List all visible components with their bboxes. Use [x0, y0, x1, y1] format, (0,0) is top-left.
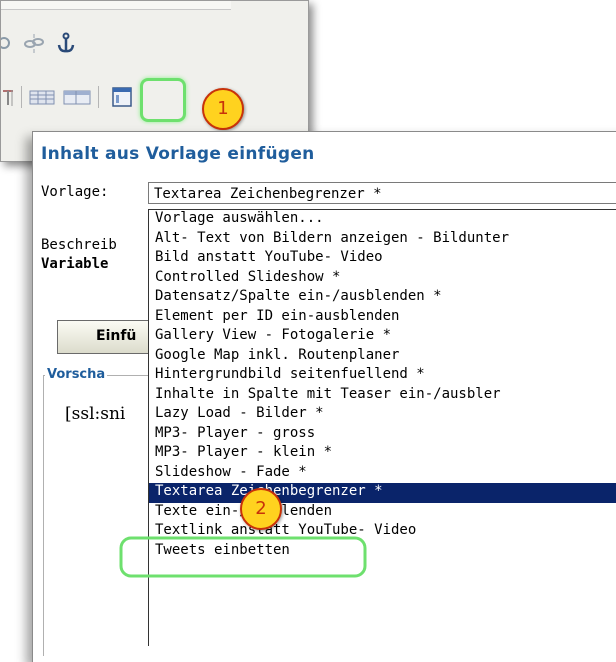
insert-button-label: Einfü — [96, 328, 137, 344]
insert-button[interactable]: Einfü — [57, 320, 152, 354]
dropdown-option-selected[interactable]: Textarea Zeichenbegrenzer * — [149, 483, 616, 503]
dropdown-option[interactable]: Bild anstatt YouTube- Video — [149, 249, 616, 269]
template-icon[interactable] — [111, 86, 133, 108]
toolbar-row-tables — [1, 83, 133, 111]
dropdown-option[interactable]: Tweets einbetten — [149, 542, 616, 562]
dropdown-option[interactable]: Alt- Text von Bildern anzeigen - Bildunt… — [149, 230, 616, 250]
unlink-icon[interactable] — [0, 32, 13, 54]
step-marker-1: 1 — [202, 88, 244, 130]
variables-label: Variable — [41, 256, 109, 272]
dropdown-option[interactable]: Slideshow - Fade * — [149, 464, 616, 484]
template-button-highlight — [140, 78, 186, 122]
toolbar-top-strip — [1, 1, 231, 10]
template-dropdown-list[interactable]: Vorlage auswählen... Alt- Text von Bilder… — [148, 209, 616, 646]
toolbar-separator — [98, 86, 99, 108]
table-row-icon[interactable] — [62, 86, 92, 108]
toolbar-row-links — [0, 31, 77, 55]
description-label: Beschreib — [41, 237, 117, 253]
dropdown-option[interactable]: Textlink anstatt YouTube- Video — [149, 522, 616, 542]
toolbar-separator — [21, 86, 22, 108]
template-label: Vorlage: — [41, 184, 109, 200]
table-split-icon[interactable] — [1, 86, 15, 108]
dropdown-option[interactable]: Lazy Load - Bilder * — [149, 405, 616, 425]
dropdown-option[interactable]: MP3- Player - klein * — [149, 444, 616, 464]
link-broken-icon[interactable] — [23, 32, 45, 54]
step-marker-2: 2 — [240, 488, 282, 530]
dialog-title: Inhalt aus Vorlage einfügen — [41, 144, 315, 164]
dropdown-option[interactable]: Vorlage auswählen... — [149, 210, 616, 230]
dropdown-option[interactable]: Controlled Slideshow * — [149, 269, 616, 289]
dropdown-option[interactable]: Datensatz/Spalte ein-/ausblenden * — [149, 288, 616, 308]
dropdown-option[interactable]: Element per ID ein-ausblenden — [149, 308, 616, 328]
table-icon[interactable] — [28, 86, 56, 108]
anchor-icon[interactable] — [55, 32, 77, 54]
preview-content: [ssl:sni — [65, 404, 126, 424]
dropdown-option[interactable]: Hintergrundbild seitenfuellend * — [149, 366, 616, 386]
dropdown-option[interactable]: Texte ein-/ausblenden — [149, 503, 616, 523]
preview-legend: Vorscha — [45, 367, 108, 382]
template-select[interactable]: Textarea Zeichenbegrenzer * — [148, 182, 616, 204]
dropdown-option[interactable]: Google Map inkl. Routenplaner — [149, 347, 616, 367]
dropdown-option[interactable]: Gallery View - Fotogalerie * — [149, 327, 616, 347]
dropdown-option[interactable]: Inhalte in Spalte mit Teaser ein-/ausble… — [149, 386, 616, 406]
dropdown-option[interactable]: MP3- Player - gross — [149, 425, 616, 445]
